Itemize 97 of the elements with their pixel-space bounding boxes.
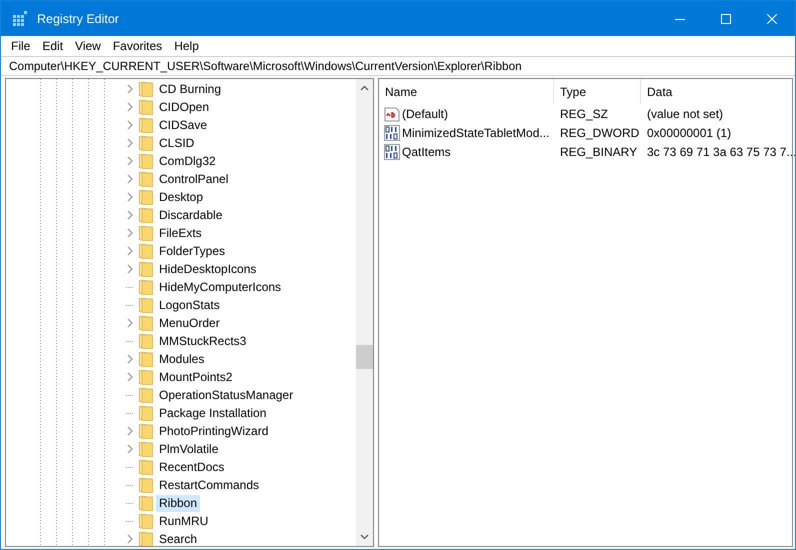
folder-icon (139, 225, 153, 241)
tree-item[interactable]: RestartCommands (156, 476, 262, 494)
table-cell-text: REG_BINARY (559, 144, 638, 158)
column-header[interactable]: Type (554, 79, 641, 104)
folder-icon (139, 459, 153, 475)
folder-icon (139, 315, 153, 331)
menu-item[interactable]: File (5, 38, 36, 52)
folder-icon (139, 513, 153, 529)
chevron-icon[interactable] (126, 84, 134, 94)
tree-item[interactable]: MenuOrder (156, 314, 223, 332)
tree-item[interactable]: Search (156, 530, 200, 546)
menu-item[interactable]: Favorites (106, 38, 168, 52)
chevron-icon[interactable] (126, 426, 134, 436)
value-name[interactable]: MinimizedStateTabletMod... (402, 126, 550, 140)
tree-item[interactable]: ComDlg32 (156, 152, 219, 170)
folder-icon (139, 117, 153, 133)
folder-icon (139, 171, 153, 187)
folder-icon (139, 441, 153, 457)
chevron-icon[interactable] (126, 138, 134, 148)
scroll-thumb[interactable] (356, 345, 373, 369)
menu-item[interactable]: View (69, 38, 107, 52)
tree-item[interactable]: CLSID (156, 134, 198, 152)
table-cell-text: REG_SZ (559, 106, 610, 120)
menu-item[interactable]: Edit (36, 38, 70, 52)
menu-item[interactable]: Help (168, 38, 205, 52)
tree-item[interactable]: Modules (156, 350, 208, 368)
folder-icon (139, 477, 153, 493)
tree-item[interactable]: FolderTypes (156, 242, 228, 260)
chevron-icon[interactable] (126, 120, 134, 130)
string-value-icon (384, 106, 400, 122)
chevron-icon[interactable] (126, 264, 134, 274)
chevron-icon[interactable] (126, 534, 134, 544)
folder-icon (139, 387, 153, 403)
column-header[interactable]: Name (379, 79, 554, 104)
scroll-up-icon[interactable] (360, 85, 369, 91)
table-cell-text: (value not set) (646, 106, 724, 120)
tree-item[interactable]: Desktop (156, 188, 206, 206)
table-cell-text: 0x00000001 (1) (646, 126, 732, 140)
folder-icon (139, 333, 153, 349)
chevron-icon[interactable] (126, 228, 134, 238)
folder-icon (139, 495, 153, 511)
tree-item[interactable]: Package Installation (156, 404, 270, 422)
chevron-icon[interactable] (126, 354, 134, 364)
column-header[interactable]: Data (641, 79, 791, 104)
binary-value-icon (384, 124, 400, 140)
chevron-icon[interactable] (126, 210, 134, 220)
table-cell-text: REG_DWORD (559, 126, 640, 140)
tree-item[interactable]: FileExts (156, 224, 205, 242)
tree-item[interactable]: RecentDocs (156, 458, 228, 476)
address-field[interactable]: Computer\HKEY_CURRENT_USER\Software\Microsoft\Windows\CurrentVersion\Explorer\Ribbon (1, 56, 795, 76)
folder-icon (139, 189, 153, 205)
binary-value-icon (384, 144, 400, 160)
close-icon (767, 14, 777, 24)
window-title: Registry Editor (37, 12, 119, 26)
maximize-icon (721, 14, 731, 24)
folder-icon (139, 153, 153, 169)
chevron-icon[interactable] (126, 444, 134, 454)
tree-item[interactable]: Ribbon (156, 494, 200, 512)
tree-item[interactable]: PhotoPrintingWizard (156, 422, 272, 440)
chevron-icon[interactable] (126, 174, 134, 184)
folder-icon (139, 531, 153, 546)
tree-item[interactable]: RunMRU (156, 512, 212, 530)
folder-icon (139, 279, 153, 295)
scroll-bar[interactable] (356, 79, 373, 546)
chevron-icon[interactable] (126, 102, 134, 112)
chevron-icon[interactable] (126, 246, 134, 256)
tree-item[interactable]: CIDSave (156, 116, 210, 134)
tree-item[interactable]: CD Burning (156, 80, 224, 98)
tree-item[interactable]: OperationStatusManager (156, 386, 296, 404)
folder-icon (139, 99, 153, 115)
folder-icon (139, 135, 153, 151)
folder-icon (139, 243, 153, 259)
chevron-icon[interactable] (126, 192, 134, 202)
value-name[interactable]: QatItems (402, 144, 451, 158)
tree-item[interactable]: MMStuckRects3 (156, 332, 250, 350)
chevron-icon[interactable] (126, 318, 134, 328)
chevron-icon[interactable] (126, 372, 134, 382)
grid-icon (12, 10, 28, 26)
tree-item[interactable]: CIDOpen (156, 98, 212, 116)
scroll-down-icon[interactable] (360, 534, 369, 540)
tree-item[interactable]: LogonStats (156, 296, 223, 314)
chevron-icon[interactable] (126, 156, 134, 166)
folder-icon (139, 261, 153, 277)
folder-icon (139, 369, 153, 385)
folder-icon (139, 297, 153, 313)
tree-item[interactable]: ControlPanel (156, 170, 232, 188)
folder-icon (139, 405, 153, 421)
folder-icon (139, 423, 153, 439)
folder-icon (139, 81, 153, 97)
tree-item[interactable]: HideDesktopIcons (156, 260, 260, 278)
folder-icon (139, 207, 153, 223)
tree-item[interactable]: Discardable (156, 206, 226, 224)
folder-icon (139, 351, 153, 367)
tree-item[interactable]: PlmVolatile (156, 440, 222, 458)
tree-item[interactable]: MountPoints2 (156, 368, 236, 386)
value-name[interactable]: (Default) (402, 106, 448, 120)
tree-item[interactable]: HideMyComputerIcons (156, 278, 284, 296)
